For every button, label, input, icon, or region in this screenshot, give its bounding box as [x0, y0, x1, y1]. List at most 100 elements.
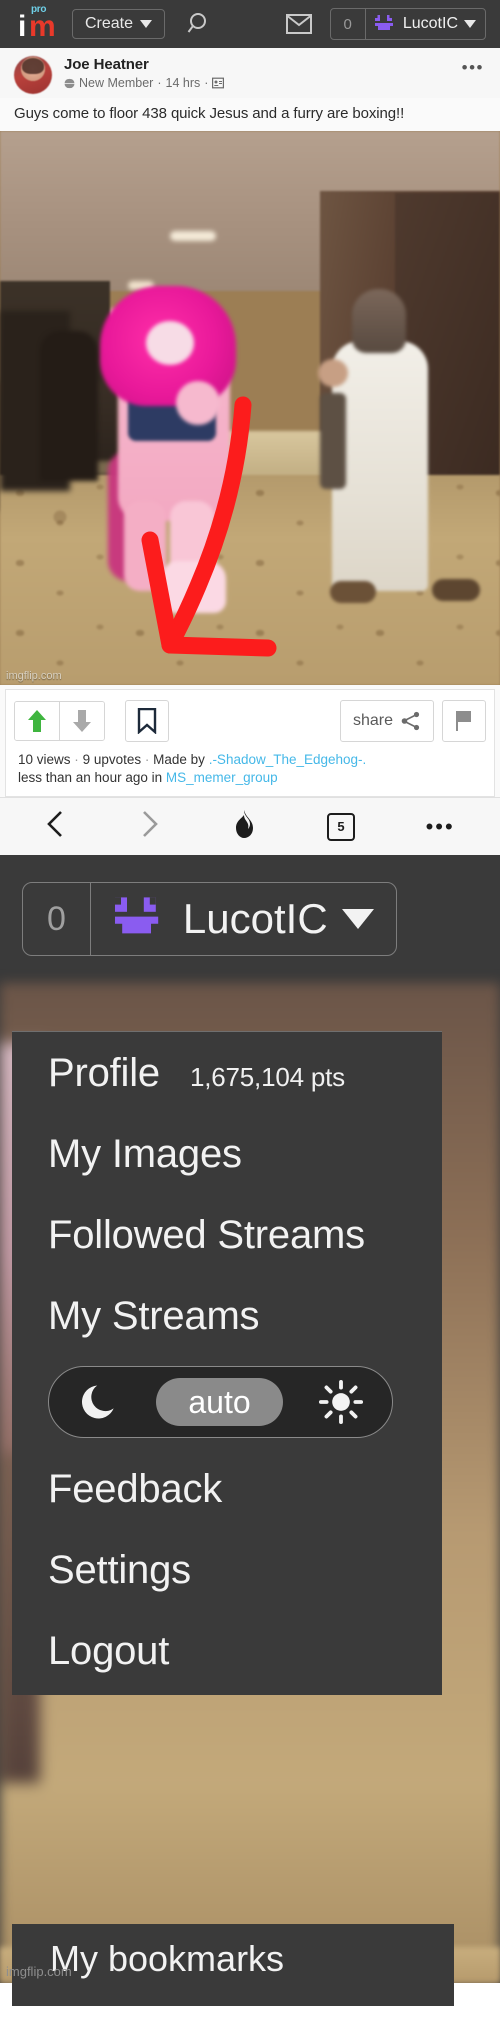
- upvote-button[interactable]: [15, 702, 59, 740]
- moon-icon[interactable]: [77, 1380, 121, 1424]
- up-arrow-icon: [28, 710, 46, 732]
- post-time-label: less than an hour ago in: [18, 770, 163, 785]
- bookmark-icon: [137, 708, 157, 734]
- menu-item-label: Logout: [48, 1629, 170, 1673]
- chevron-right-icon: [142, 811, 158, 837]
- theme-toggle[interactable]: auto: [48, 1366, 393, 1438]
- post-time: 14 hrs: [165, 76, 201, 90]
- search-icon: [187, 13, 207, 33]
- logo-letter-m: m: [29, 10, 56, 43]
- forward-button[interactable]: [138, 809, 160, 844]
- post-meta: New Member · 14 hrs ·: [64, 75, 462, 91]
- post-stats: 10 views · 9 upvotes · Made by .-Shadow_…: [14, 742, 486, 787]
- flag-button[interactable]: [442, 700, 486, 742]
- meta-separator-1: ·: [157, 76, 162, 90]
- made-by-label: Made by: [153, 752, 205, 767]
- chevron-down-icon: [140, 20, 153, 28]
- meta-separator-2: ·: [204, 76, 209, 90]
- user-menu-group[interactable]: 0 LucotIC: [329, 8, 486, 40]
- downvote-button[interactable]: [59, 702, 104, 740]
- menu-item-followed-streams[interactable]: Followed Streams: [12, 1194, 442, 1275]
- back-button[interactable]: [45, 809, 67, 844]
- views-count: 10 views: [18, 752, 71, 767]
- menu-item-label: Followed Streams: [48, 1213, 365, 1257]
- chevron-down-icon: [341, 909, 374, 929]
- zoomed-notification-count: 0: [23, 883, 91, 955]
- envelope-icon: [285, 14, 312, 34]
- member-status: New Member: [79, 76, 154, 90]
- post-author-name[interactable]: Joe Heatner: [64, 56, 462, 73]
- share-nodes-icon: [401, 711, 420, 731]
- bottom-watermark: imgflip.com: [6, 1964, 72, 1979]
- made-by-user-link[interactable]: .-Shadow_The_Edgehog-.: [209, 752, 367, 767]
- stats-separator-1: ·: [74, 752, 79, 767]
- menu-item-label: My bookmarks: [50, 1938, 285, 1979]
- create-button-label: Create: [85, 15, 134, 32]
- tab-count-button[interactable]: 5: [327, 812, 356, 841]
- flag-icon: [456, 711, 471, 731]
- browser-navigation-bar: 5 •••: [0, 797, 500, 855]
- avatar[interactable]: [14, 56, 52, 94]
- pro-badge: pro: [31, 4, 47, 15]
- chevron-left-icon: [47, 811, 63, 837]
- post-actions-row: share: [14, 700, 486, 742]
- user-dropdown-menu: Profile 1,675,104 pts My Images Followed…: [12, 1031, 442, 1695]
- flame-icon: [236, 810, 254, 838]
- menu-item-logout[interactable]: Logout: [12, 1610, 442, 1691]
- post-header: Joe Heatner New Member · 14 hrs · •••: [0, 48, 500, 98]
- down-arrow-icon: [73, 710, 91, 732]
- stream-link[interactable]: MS_memer_group: [166, 770, 278, 785]
- menu-item-label: My Images: [48, 1132, 242, 1176]
- meme-image[interactable]: imgflip.com: [0, 131, 500, 685]
- profile-points: 1,675,104 pts: [189, 1062, 345, 1092]
- logo-letter-i: i: [18, 10, 27, 43]
- create-button[interactable]: Create: [72, 9, 166, 39]
- search-button[interactable]: [187, 11, 213, 37]
- zoomed-user-menu-panel: 0 LucotIC Profile 1,675,104 pts My Image…: [0, 855, 500, 1983]
- messages-button[interactable]: [285, 14, 312, 34]
- globe-icon: [64, 77, 75, 89]
- menu-item-label: Feedback: [48, 1467, 223, 1511]
- share-button[interactable]: share: [339, 700, 434, 742]
- imgflip-logo[interactable]: i m pro: [14, 4, 58, 43]
- bookmark-button[interactable]: [125, 700, 169, 742]
- username-label: LucotIC: [402, 15, 458, 32]
- id-card-icon: [212, 77, 225, 89]
- meme-image-content: [0, 131, 500, 685]
- post-card: Joe Heatner New Member · 14 hrs · ••• Gu…: [0, 48, 500, 797]
- theme-auto-label: auto: [188, 1384, 251, 1420]
- smiley-avatar-icon: [114, 897, 159, 934]
- vote-button-group: [14, 701, 105, 741]
- post-title: Guys come to floor 438 quick Jesus and a…: [14, 105, 405, 122]
- menu-item-profile[interactable]: Profile 1,675,104 pts: [12, 1032, 442, 1113]
- zoomed-user-menu-button[interactable]: LucotIC: [91, 883, 396, 955]
- tab-count-label: 5: [337, 819, 345, 834]
- menu-item-my-bookmarks[interactable]: My bookmarks: [12, 1924, 454, 2006]
- menu-item-my-streams[interactable]: My Streams: [12, 1275, 442, 1356]
- zoomed-username-label: LucotIC: [182, 895, 328, 942]
- share-button-label: share: [352, 712, 393, 729]
- browser-menu-button[interactable]: •••: [426, 815, 455, 837]
- hot-button[interactable]: [230, 809, 256, 844]
- zoomed-user-menu-group[interactable]: 0 LucotIC: [22, 882, 397, 956]
- post-author-block: Joe Heatner New Member · 14 hrs ·: [64, 56, 462, 91]
- theme-option-auto[interactable]: auto: [156, 1378, 283, 1426]
- imgflip-top-header: i m pro Create 0 LucotIC: [0, 0, 500, 48]
- smiley-avatar-icon: [374, 15, 393, 30]
- menu-item-label: Profile: [48, 1051, 160, 1095]
- menu-item-settings[interactable]: Settings: [12, 1529, 442, 1610]
- post-actions-bar: share 10 views · 9 upvotes · Made by .-S…: [5, 689, 495, 797]
- menu-item-feedback[interactable]: Feedback: [12, 1448, 442, 1529]
- chevron-down-icon: [464, 20, 476, 28]
- sun-icon[interactable]: [318, 1379, 364, 1425]
- notification-count: 0: [331, 9, 366, 39]
- menu-item-my-images[interactable]: My Images: [12, 1113, 442, 1194]
- post-more-options-icon[interactable]: •••: [462, 56, 490, 78]
- meme-watermark: imgflip.com: [6, 670, 62, 682]
- user-menu-button[interactable]: LucotIC: [366, 9, 485, 39]
- zoomed-user-header: 0 LucotIC: [0, 855, 500, 983]
- menu-item-label: My Streams: [48, 1294, 260, 1338]
- menu-item-label: Settings: [48, 1548, 191, 1592]
- stats-separator-2: ·: [144, 752, 150, 767]
- upvotes-count: 9 upvotes: [82, 752, 142, 767]
